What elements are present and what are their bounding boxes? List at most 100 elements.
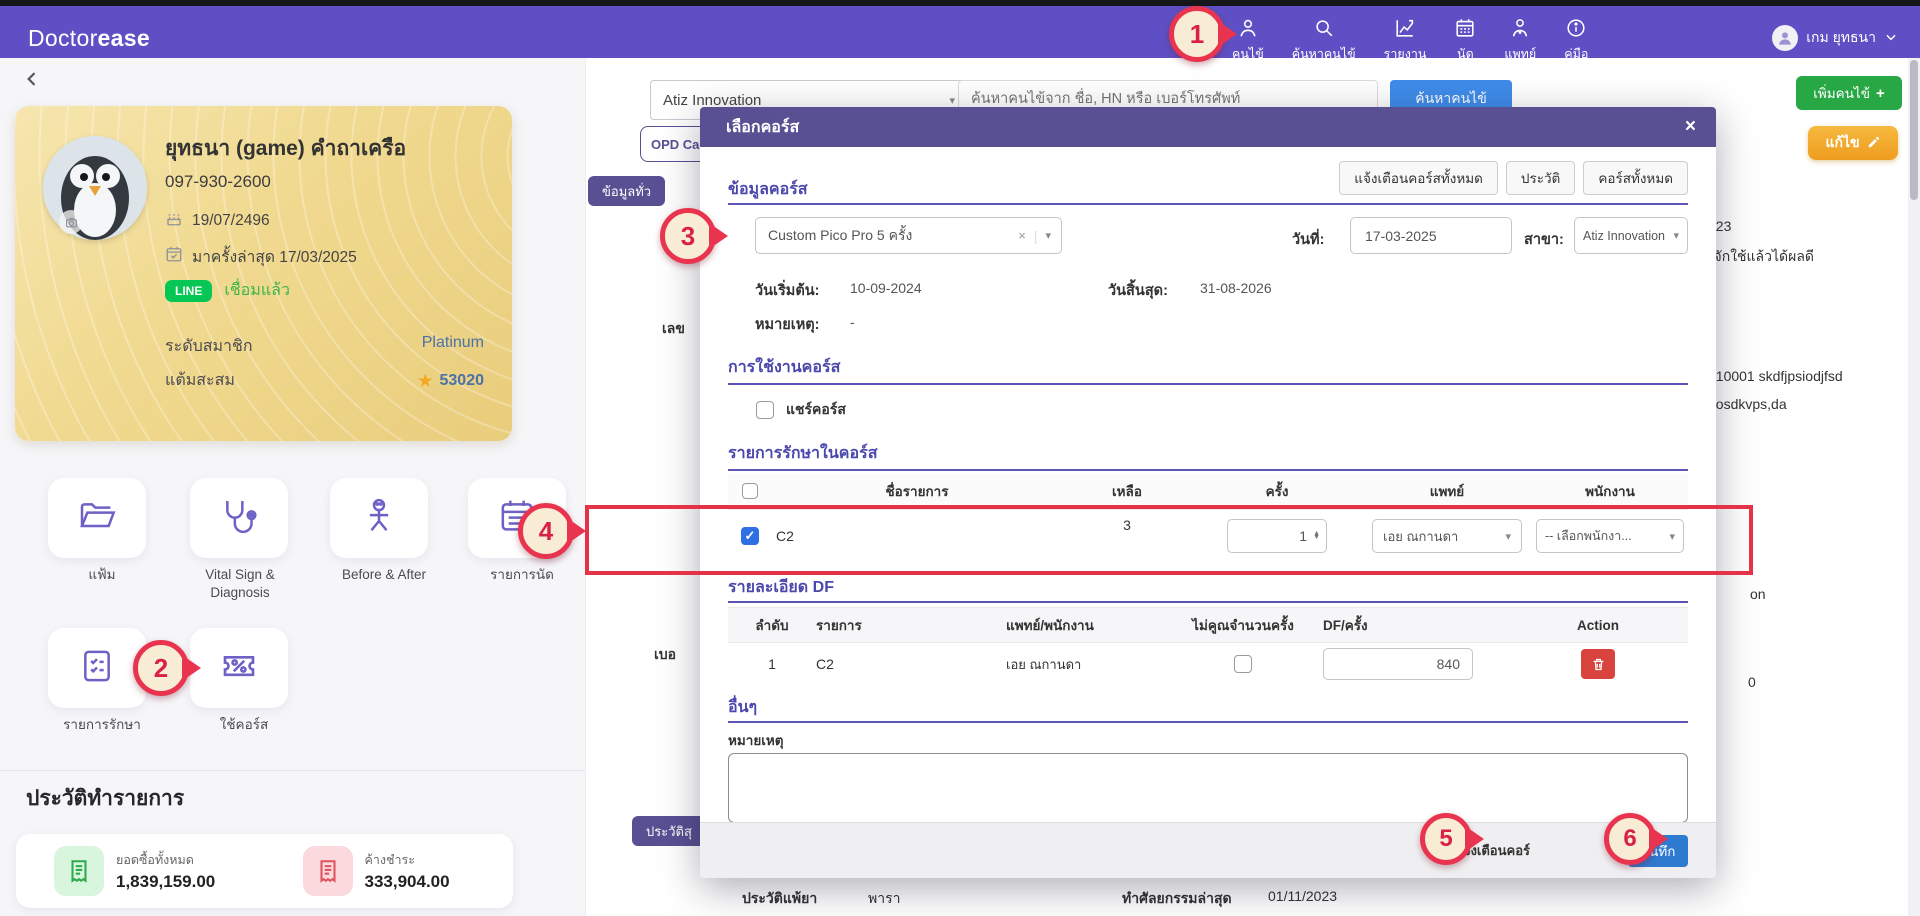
end-date-label: วันสิ้นสุด: (1108, 279, 1168, 302)
section-underline (728, 721, 1688, 723)
nav-item-doctors[interactable]: แพทย์ (1504, 17, 1536, 64)
member-level-row: ระดับสมาชิก Platinum (165, 334, 484, 359)
user-menu[interactable]: เกม ยุทธนา (1772, 12, 1898, 64)
delete-df-button[interactable] (1581, 649, 1615, 679)
nav-item-label: รายงาน (1384, 44, 1427, 64)
nav-item-reports[interactable]: รายงาน (1384, 17, 1427, 64)
tile-vital-sign[interactable] (190, 478, 288, 558)
branch-select-value: Atiz Innovation (1583, 229, 1665, 243)
user-name: เกม ยุทธนา (1806, 27, 1876, 49)
calendar-check-icon (165, 245, 183, 268)
df-amount-value: 840 (1437, 656, 1460, 672)
app-root: Doctorease คนไข้ ค้นหาคนไข้ รายงาน นัด แ… (0, 0, 1920, 916)
folder-icon (77, 496, 117, 541)
treatments-section-title: รายการรักษาในคอร์ส (728, 441, 877, 466)
chevron-down-icon: ▾ (949, 94, 955, 107)
stethoscope-icon (219, 496, 259, 541)
line-status: เชื่อมแล้ว (224, 278, 290, 303)
notify-all-courses-button[interactable]: แจ้งเตือนคอร์สทั้งหมด (1339, 161, 1498, 195)
add-patient-button[interactable]: เพิ่มคนไข้ + (1796, 76, 1902, 110)
receipt-red-icon (303, 846, 353, 896)
end-date-value: 31-08-2026 (1200, 280, 1272, 296)
member-level-value: Platinum (422, 334, 484, 359)
chevron-down-icon (1884, 30, 1898, 47)
patient-name: ยุทธนา (game) คำถาเครือ (165, 132, 406, 165)
back-button[interactable] (22, 68, 42, 95)
column-header: DF/ครั้ง (1308, 614, 1508, 636)
nav-item-label: คู่มือ (1564, 44, 1588, 64)
field-label-fragment-phone: เบอ (654, 644, 676, 666)
points-row: แต้มสะสม ★ 53020 (165, 368, 484, 393)
date-label: วันที่: (1292, 228, 1324, 251)
date-value: 17-03-2025 (1365, 228, 1437, 244)
share-course-label: แชร์คอร์ส (786, 399, 846, 421)
tab-health-history[interactable]: ประวัติสุ (632, 816, 706, 846)
button-label: แจ้งเตือนคอร์สทั้งหมด (1354, 167, 1483, 189)
course-note-value: - (850, 314, 855, 330)
patient-last-visit: มาครั้งล่าสุด 17/03/2025 (192, 244, 357, 269)
df-row: 1 C2 เอย ณกานดา 840 (728, 641, 1688, 687)
nav-item-label: คนไข้ (1232, 44, 1264, 64)
history-summary-card: ยอดซื้อทั้งหมด 1,839,159.00 ค้างชำระ 333… (16, 834, 513, 908)
marker-number: 4 (539, 516, 553, 547)
edit-button[interactable]: แก้ไข (1808, 126, 1898, 160)
annotation-marker-2: 2 (133, 640, 189, 696)
history-button[interactable]: ประวัติ (1506, 161, 1575, 195)
tile-before-after[interactable] (330, 478, 428, 558)
tile-files[interactable] (48, 478, 146, 558)
bg-text-fragment: 0 (1748, 674, 1756, 690)
df-amount-input[interactable]: 840 (1323, 648, 1473, 680)
bg-text-fragment: on (1750, 586, 1766, 602)
total-purchase-stat: ยอดซื้อทั้งหมด 1,839,159.00 (16, 846, 265, 896)
nav-item-appointments[interactable]: นัด (1454, 17, 1476, 64)
camera-icon[interactable] (59, 210, 83, 234)
column-header: แพทย์/พนักงาน (996, 614, 1178, 636)
nav-item-label: แพทย์ (1504, 44, 1536, 64)
date-input[interactable]: 17-03-2025 (1350, 217, 1512, 254)
nav-item-label: นัด (1457, 44, 1474, 64)
nav-item-manual[interactable]: คู่มือ (1564, 17, 1588, 64)
tab-general-info[interactable]: ข้อมูลทั่ว (588, 176, 665, 206)
plus-icon: + (1876, 85, 1885, 102)
line-status-row: LINE เชื่อมแล้ว (165, 278, 290, 303)
branch-select[interactable]: Atiz Innovation ▾ (1574, 217, 1688, 254)
ticket-percent-icon (218, 645, 260, 692)
surgery-value: 01/11/2023 (1268, 888, 1337, 904)
pencil-icon (1867, 135, 1881, 152)
select-course-modal: เลือกคอร์ส × แจ้งเตือนคอร์สทั้งหมด ประวั… (700, 107, 1716, 878)
df-no-multiply-checkbox[interactable] (1234, 655, 1252, 673)
select-all-checkbox[interactable] (742, 483, 758, 499)
outstanding-value: 333,904.00 (365, 872, 450, 892)
opd-card-label: OPD Ca (651, 137, 699, 152)
marker-number: 2 (154, 653, 168, 684)
branch-filter-value: Atiz Innovation (663, 92, 761, 109)
tile-use-course[interactable] (190, 628, 288, 708)
close-icon[interactable]: × (1685, 116, 1696, 138)
total-purchase-value: 1,839,159.00 (116, 872, 215, 892)
outstanding-label: ค้างชำระ (365, 850, 415, 870)
clear-icon[interactable]: × (1018, 228, 1026, 243)
cake-icon (165, 209, 183, 232)
nav-item-search-patient[interactable]: ค้นหาคนไข้ (1292, 17, 1356, 64)
column-header: ไม่คูณจำนวนครั้ง (1178, 614, 1308, 636)
tile-treatments[interactable] (48, 628, 146, 708)
annotation-marker-4: 4 (518, 503, 574, 559)
course-select[interactable]: Custom Pico Pro 5 ครั้ง × | ▾ (755, 217, 1062, 254)
column-header: เหลือ (1062, 480, 1192, 502)
points-value: 53020 (440, 372, 485, 390)
modal-note-textarea[interactable] (728, 753, 1688, 823)
total-purchase-label: ยอดซื้อทั้งหมด (116, 850, 194, 870)
tile-label: แฟ้ม (27, 566, 177, 584)
scrollbar-thumb[interactable] (1910, 60, 1918, 200)
df-order: 1 (728, 656, 816, 672)
bg-text-fragment: 010001 skdfjpsiodjfsd (1708, 368, 1843, 384)
patient-phone: 097-930-2600 (165, 172, 271, 192)
button-label: ประวัติ (1521, 167, 1560, 189)
share-course-checkbox[interactable] (756, 401, 774, 419)
bg-text-fragment: posdkvps,da (1708, 396, 1787, 412)
annotation-marker-1: 1 (1169, 6, 1225, 62)
tab-general-label: ข้อมูลทั่ว (602, 181, 651, 202)
annotation-highlight-box (585, 505, 1753, 575)
bg-text-fragment: รู้จักใช้แล้วได้ผลดี (1706, 246, 1814, 268)
all-courses-button[interactable]: คอร์สทั้งหมด (1583, 161, 1688, 195)
